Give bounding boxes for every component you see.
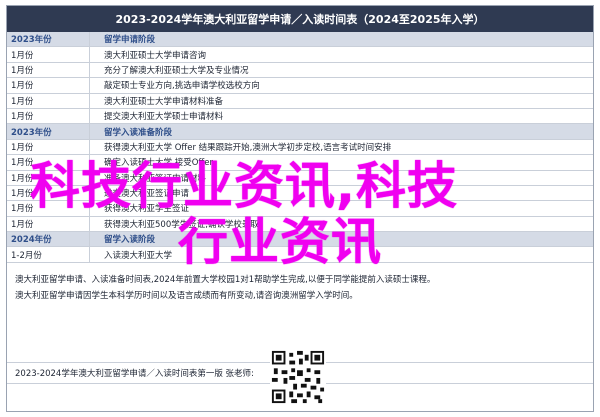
section-row: 2023年份 留学入读准备阶段 bbox=[7, 123, 593, 140]
sheet-title: 2023-2024学年澳大利亚留学申请／入读时间表（2024至2025年入学） bbox=[7, 6, 593, 32]
month-cell: 1月份 bbox=[7, 216, 90, 233]
month-cell: 1月份 bbox=[7, 93, 90, 109]
qr-code-icon bbox=[270, 348, 326, 406]
month-cell: 1-2月份 bbox=[7, 246, 90, 263]
month-cell: 1月份 bbox=[7, 185, 90, 202]
table-row: 1月份 提交澳大利亚大学硕士申请材料 bbox=[7, 108, 593, 125]
notes-block: 澳大利亚留学申请、入读准备时间表,2024年前置大学校园1对1帮助学生完成,以便… bbox=[7, 272, 593, 304]
table-row: 1月份 递交澳大利亚签证申请 bbox=[7, 185, 593, 202]
event-cell: 入读澳大利亚大学 bbox=[89, 246, 593, 263]
table-row: 1-2月份 入读澳大利亚大学 bbox=[7, 246, 593, 263]
event-cell: 澳大利亚硕士大学申请咨询 bbox=[89, 46, 593, 63]
month-cell: 1月份 bbox=[7, 170, 90, 186]
month-cell: 1月份 bbox=[7, 62, 90, 79]
month-cell: 2023年份 bbox=[7, 32, 90, 48]
schedule-sheet: 2023-2024学年澳大利亚留学申请／入读时间表（2024至2025年入学） … bbox=[6, 5, 594, 412]
event-cell: 获得澳大利亚大学 Offer 结果跟踪开始,澳洲大学初步定校,语言考试时间安排 bbox=[89, 139, 593, 156]
table-row: 1月份 准备澳大利亚签证申请材料 bbox=[7, 170, 593, 186]
event-cell: 获得澳大利亚学生签证 bbox=[89, 200, 593, 217]
month-cell: 1月份 bbox=[7, 77, 90, 94]
month-cell: 2023年份 bbox=[7, 123, 90, 140]
event-cell: 提交澳大利亚大学硕士申请材料 bbox=[89, 108, 593, 125]
section-row: 2024年份 留学入读阶段 bbox=[7, 231, 593, 248]
event-cell: 敲定硕士专业方向,挑选申请学校选校方向 bbox=[89, 77, 593, 94]
month-cell: 1月份 bbox=[7, 200, 90, 217]
event-cell: 留学入读准备阶段 bbox=[89, 123, 593, 140]
month-cell: 1月份 bbox=[7, 108, 90, 125]
table-row: 1月份 确定入读硕士大学,接受Offer bbox=[7, 154, 593, 171]
event-cell: 准备澳大利亚签证申请材料 bbox=[89, 170, 593, 186]
event-cell: 确定入读硕士大学,接受Offer bbox=[89, 154, 593, 171]
event-cell: 澳大利亚硕士大学申请材料准备 bbox=[89, 93, 593, 109]
month-cell: 1月份 bbox=[7, 46, 90, 63]
event-cell: 递交澳大利亚签证申请 bbox=[89, 185, 593, 202]
note-line: 澳大利亚留学申请因学生本科学历时间以及语言成绩而有所变动,请咨询澳洲留学入学时间… bbox=[15, 291, 358, 301]
event-cell: 留学申请阶段 bbox=[89, 32, 593, 48]
table-row: 1月份 获得澳大利亚大学 Offer 结果跟踪开始,澳洲大学初步定校,语言考试时间… bbox=[7, 139, 593, 156]
section-row: 2023年份 留学申请阶段 bbox=[7, 32, 593, 48]
table-row: 1月份 敲定硕士专业方向,挑选申请学校选校方向 bbox=[7, 77, 593, 94]
schedule-table: 2023年份 留学申请阶段 1月份 澳大利亚硕士大学申请咨询 1月份 充分了解澳大利亚硕士… bbox=[7, 32, 593, 263]
table-row: 1月份 获得澳大利亚学生签证 bbox=[7, 200, 593, 217]
event-cell: 留学入读阶段 bbox=[89, 231, 593, 248]
table-row: 1月份 充分了解澳大利亚硕士大学及专业情况 bbox=[7, 62, 593, 79]
month-cell: 1月份 bbox=[7, 154, 90, 171]
table-row: 1月份 获得澳大利亚500学生签证,确认学校录取 bbox=[7, 216, 593, 233]
month-cell: 2024年份 bbox=[7, 231, 90, 248]
event-cell: 获得澳大利亚500学生签证,确认学校录取 bbox=[89, 216, 593, 233]
month-cell: 1月份 bbox=[7, 139, 90, 156]
table-row: 1月份 澳大利亚硕士大学申请咨询 bbox=[7, 46, 593, 63]
event-cell: 充分了解澳大利亚硕士大学及专业情况 bbox=[89, 62, 593, 79]
table-row: 1月份 澳大利亚硕士大学申请材料准备 bbox=[7, 93, 593, 109]
note-line: 澳大利亚留学申请、入读准备时间表,2024年前置大学校园1对1帮助学生完成,以便… bbox=[15, 275, 436, 285]
